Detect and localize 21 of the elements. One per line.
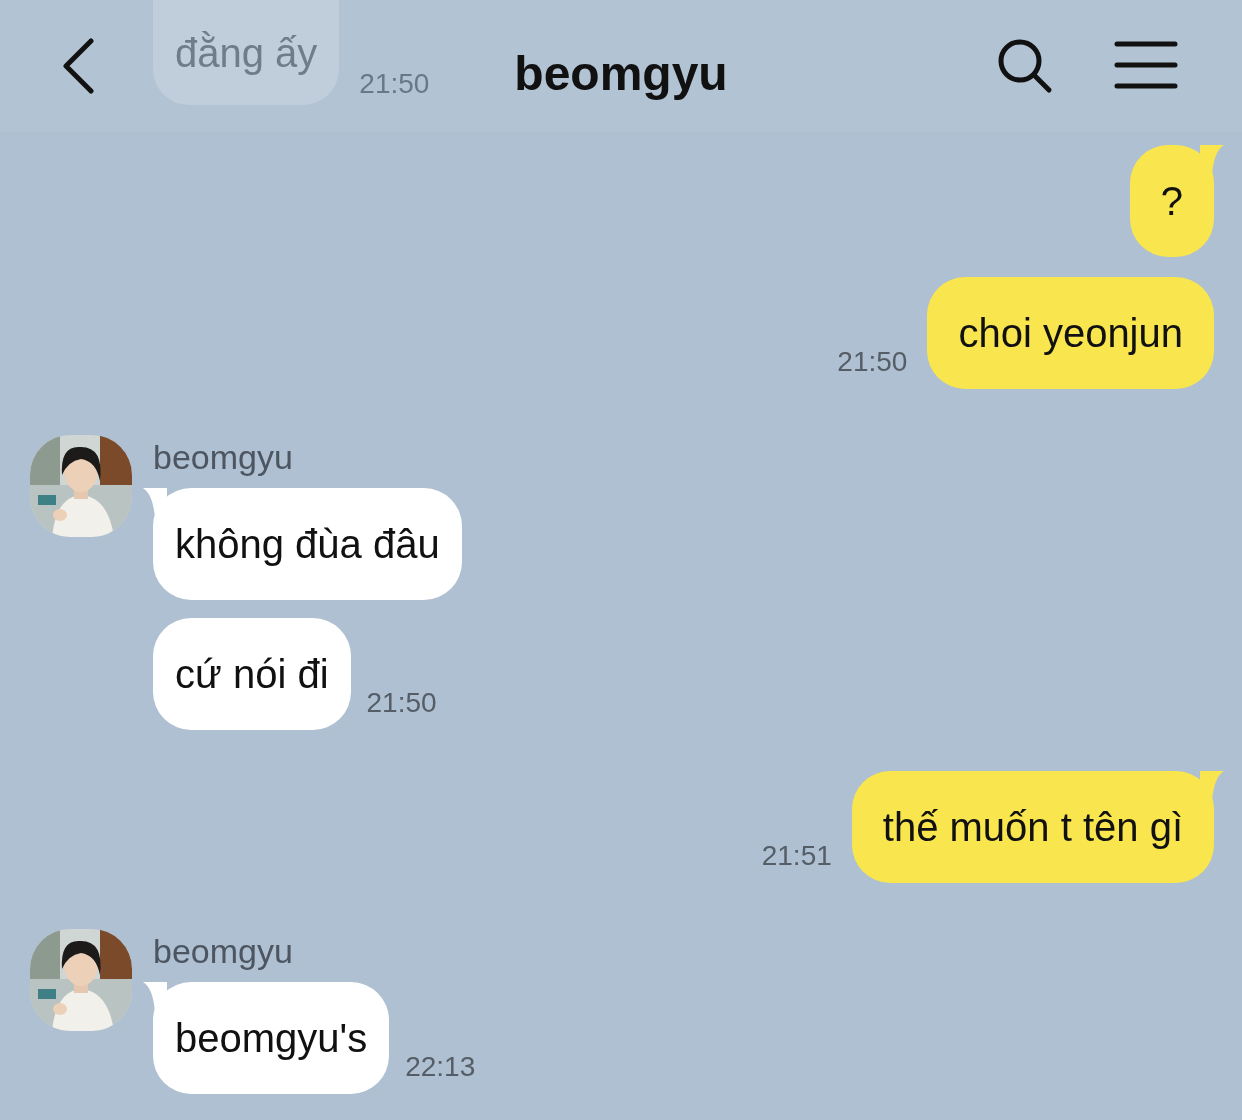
message-time: 21:50 — [359, 67, 430, 101]
message-time: 22:13 — [405, 1050, 476, 1084]
sender-name: beomgyu — [153, 437, 293, 478]
menu-icon[interactable] — [1114, 40, 1178, 90]
message-bubble: beomgyu's — [153, 982, 390, 1094]
message-bubble: đằng ấy — [153, 0, 340, 105]
bubble-tail — [1200, 771, 1224, 801]
bubble-tail — [143, 982, 167, 1012]
message-time: 21:50 — [366, 686, 437, 720]
message-bubble: cứ nói đi — [153, 618, 351, 730]
bubble-tail — [143, 488, 167, 518]
message-bubble: ? — [1129, 145, 1214, 257]
message-bubble: thế muốn t tên gì — [851, 771, 1214, 883]
bubble-tail — [1200, 145, 1224, 175]
search-icon[interactable] — [996, 38, 1054, 94]
sender-name: beomgyu — [153, 931, 293, 972]
message-time: 21:51 — [761, 839, 832, 873]
message-bubble: không đùa đâu — [153, 488, 462, 600]
message-bubble: choi yeonjun — [927, 277, 1214, 389]
chat-title: beomgyu — [514, 47, 728, 100]
message-time: 21:50 — [837, 345, 908, 379]
